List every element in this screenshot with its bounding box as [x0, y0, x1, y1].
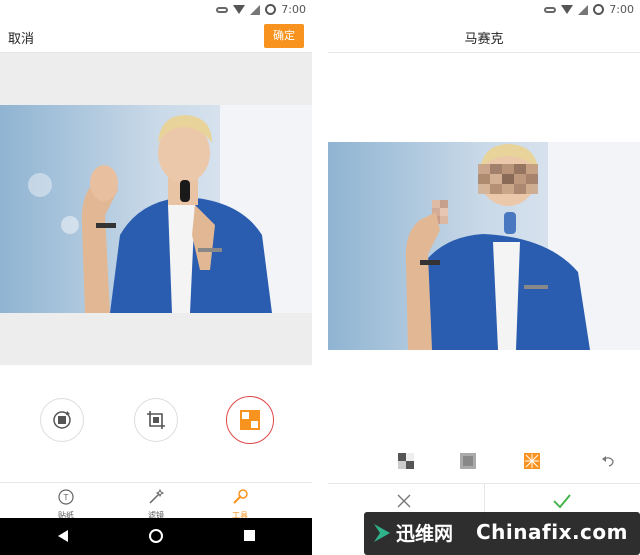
photo[interactable]: [0, 105, 312, 313]
watermark-text-en: Chinafix.com: [476, 520, 628, 544]
rotate-icon: [53, 411, 71, 429]
status-bar: 7:00: [328, 0, 640, 20]
tab-tools[interactable]: 工具: [220, 488, 260, 521]
mosaic-checker-icon: [398, 453, 414, 469]
status-time: 7:00: [609, 3, 634, 16]
watermark-text-cn: 迅维网: [396, 523, 454, 545]
separator: [312, 0, 328, 555]
key-icon: [216, 6, 229, 13]
confirm-button[interactable]: 确定: [264, 24, 304, 48]
crop-icon: [147, 411, 165, 429]
sync-icon: [593, 4, 605, 15]
mosaic-icon: [240, 410, 260, 430]
title-bar: 马赛克: [328, 20, 640, 53]
crop-tool-button[interactable]: [134, 398, 178, 442]
wrench-icon: [233, 489, 248, 504]
photo-mosaic-canvas[interactable]: [328, 142, 640, 350]
editor-screen-right: 7:00 马赛克: [328, 0, 640, 555]
mosaic-pattern-icon: [524, 453, 540, 469]
signal-icon: [250, 4, 261, 15]
close-icon[interactable]: [396, 493, 412, 509]
watermark: 迅维网 Chinafix.com: [364, 512, 640, 555]
wifi-icon: [233, 5, 246, 14]
wifi-icon: [561, 5, 574, 14]
page-title: 马赛克: [464, 32, 504, 47]
key-icon: [544, 6, 557, 13]
tab-filter[interactable]: 滤镜: [136, 488, 176, 521]
status-bar: 7:00: [0, 0, 312, 20]
mosaic-mode-blur-button[interactable]: [460, 453, 476, 469]
undo-button[interactable]: [600, 453, 616, 469]
cancel-button[interactable]: 取消: [8, 28, 34, 47]
recents-nav-icon[interactable]: [244, 530, 255, 541]
mosaic-blur-icon: [460, 453, 476, 469]
rotate-tool-button[interactable]: [40, 398, 84, 442]
sync-icon: [265, 4, 277, 15]
status-time: 7:00: [281, 3, 306, 16]
mosaic-mode-pattern-button[interactable]: [524, 453, 540, 469]
magic-wand-icon: [149, 488, 165, 504]
editor-screen-left: 7:00 取消 确定 T 贴纸 滤镜 工具: [0, 0, 312, 555]
home-nav-icon[interactable]: [149, 529, 163, 543]
svg-text:T: T: [63, 493, 69, 502]
title-bar: 取消 确定: [0, 20, 312, 53]
signal-icon: [578, 4, 589, 15]
tool-row: [0, 396, 312, 446]
check-icon[interactable]: [552, 493, 572, 509]
tab-sticker[interactable]: T 贴纸: [46, 488, 86, 521]
undo-icon: [602, 456, 614, 467]
bottom-tab-bar: T 贴纸 滤镜 工具: [0, 482, 312, 521]
nav-bar: [0, 518, 312, 555]
mosaic-mode-bar: [328, 450, 640, 472]
back-nav-icon[interactable]: [58, 530, 68, 542]
mosaic-tool-button[interactable]: [226, 396, 274, 444]
mosaic-mode-checker-button[interactable]: [398, 453, 414, 469]
watermark-logo-icon: [374, 524, 390, 542]
sticker-icon: T: [58, 489, 74, 505]
